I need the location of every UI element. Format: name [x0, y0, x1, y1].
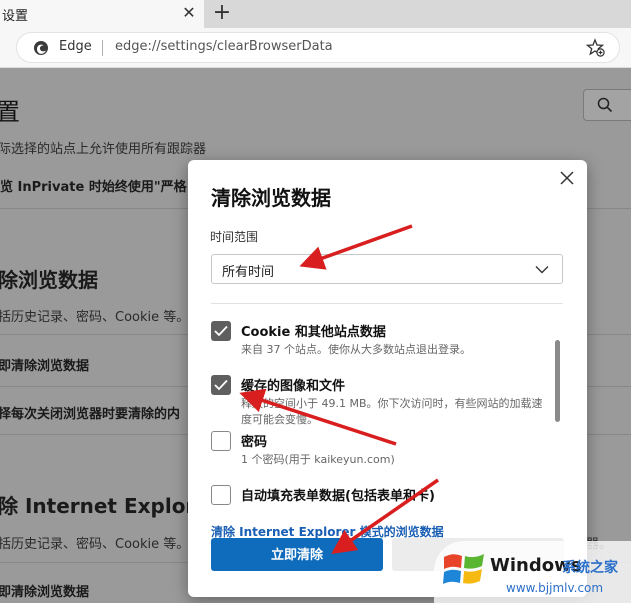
- watermark-sub: 系统之家: [562, 560, 618, 576]
- time-range-select[interactable]: 所有时间: [211, 254, 563, 284]
- clear-now-row[interactable]: 即清除浏览数据: [0, 355, 89, 374]
- chevron-down-icon: [535, 266, 549, 274]
- option-desc: 1 个密码(用于 kaikeyun.com): [241, 453, 395, 466]
- close-tab-icon[interactable]: ✕: [180, 4, 198, 22]
- clear-data-desc: 括历史记录、密码、Cookie 等。: [0, 310, 190, 325]
- search-icon: [597, 97, 613, 113]
- clear-data-heading: 除浏览数据: [0, 268, 98, 292]
- scrollbar-thumb[interactable]: [555, 340, 560, 422]
- autofill-checkbox[interactable]: [211, 485, 231, 505]
- edge-label: Edge: [59, 39, 92, 54]
- option-cache[interactable]: 缓存的图像和文件 释放的空间小于 49.1 MB。你下次访问时，有些网站的加载速…: [211, 375, 551, 429]
- option-label: Cookie 和其他站点数据: [241, 325, 386, 340]
- choose-on-close-row[interactable]: 择每次关闭浏览器时要清除的内: [0, 403, 180, 422]
- option-desc: 来自 37 个站点。使你从大多数站点退出登录。: [241, 343, 471, 356]
- cache-checkbox[interactable]: [211, 375, 231, 395]
- watermark: Windows 系统之家 www.bjjmlv.com: [434, 541, 631, 603]
- option-autofill[interactable]: 自动填充表单数据(包括表单和卡): [211, 485, 551, 509]
- ie-clear-now-row[interactable]: 即清除浏览数据: [0, 581, 89, 600]
- favorite-star-icon[interactable]: [586, 38, 606, 58]
- dialog-title: 清除浏览数据: [211, 186, 331, 210]
- tracker-text: 际选择的站点上允许使用所有跟踪器: [0, 142, 207, 157]
- option-label: 缓存的图像和文件: [241, 379, 346, 394]
- checkmark-icon: [214, 325, 228, 337]
- windows-logo-icon: [443, 554, 484, 584]
- ie-heading: 除 Internet Explorer: [0, 494, 219, 518]
- edge-logo-icon: [34, 41, 48, 55]
- settings-search-box[interactable]: [583, 89, 631, 121]
- option-desc: 释放的空间小于 49.1 MB。你下次访问时，有些网站的加载速度可能会变慢。: [241, 397, 543, 426]
- close-icon[interactable]: [559, 170, 575, 186]
- new-tab-button[interactable]: +: [210, 1, 234, 25]
- option-passwords[interactable]: 密码 1 个密码(用于 kaikeyun.com): [211, 431, 551, 471]
- option-cookies[interactable]: Cookie 和其他站点数据 来自 37 个站点。使你从大多数站点退出登录。: [211, 321, 551, 361]
- ie-desc: 括历史记录、密码、Cookie 等。: [0, 537, 190, 552]
- address-bar[interactable]: Edge edge://settings/clearBrowserData: [16, 32, 620, 63]
- page-title: 置: [0, 98, 20, 126]
- dialog-divider: [211, 303, 563, 304]
- time-range-label: 时间范围: [210, 230, 259, 244]
- checkmark-icon: [214, 379, 228, 391]
- option-label: 密码: [241, 435, 268, 450]
- url-text[interactable]: edge://settings/clearBrowserData: [115, 39, 333, 54]
- tab-strip: 设置 ✕ +: [0, 0, 631, 28]
- toolbar: Edge edge://settings/clearBrowserData: [0, 28, 631, 68]
- address-separator: [102, 40, 103, 56]
- time-range-value: 所有时间: [222, 265, 275, 280]
- tab-settings[interactable]: 设置 ✕: [0, 0, 204, 28]
- clear-now-button[interactable]: 立即清除: [211, 538, 383, 571]
- cookies-checkbox[interactable]: [211, 321, 231, 341]
- watermark-url: www.bjjmlv.com: [506, 581, 604, 595]
- clear-browsing-data-dialog: 清除浏览数据 时间范围 所有时间 Cookie 和其他站点数据 来自 37 个站…: [188, 160, 587, 597]
- tab-title: 设置: [2, 8, 29, 24]
- passwords-checkbox[interactable]: [211, 431, 231, 451]
- option-label: 自动填充表单数据(包括表单和卡): [241, 489, 435, 504]
- inprivate-text: 览 InPrivate 时始终使用"严格: [0, 180, 187, 195]
